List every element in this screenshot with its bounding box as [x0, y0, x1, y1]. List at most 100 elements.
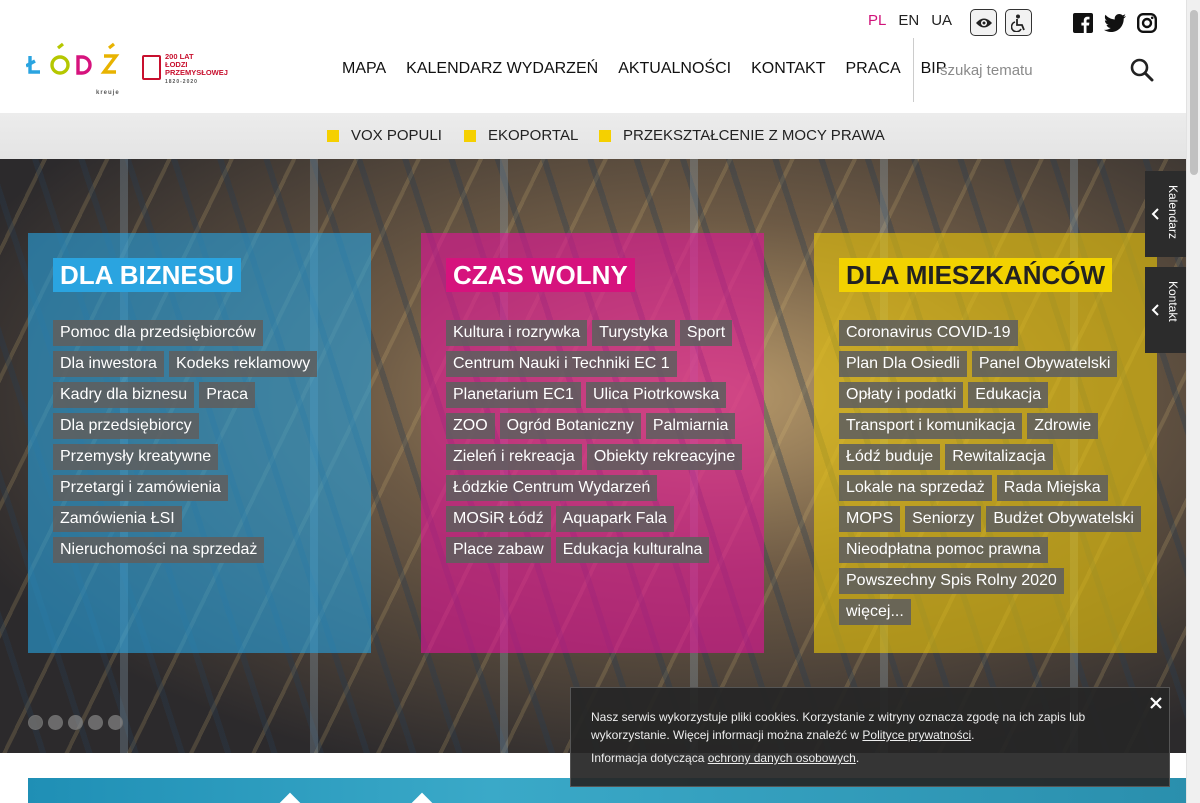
panel-links: Coronavirus COVID-19 Plan Dla Osiedli Pane…: [839, 320, 1141, 630]
panel-link[interactable]: Ulica Piotrkowska: [585, 382, 727, 408]
panel-link[interactable]: Coronavirus COVID-19: [839, 320, 1018, 346]
data-protection-link[interactable]: ochrony danych osobowych: [708, 751, 856, 765]
link-row: Dla przedsiębiorcy: [53, 413, 353, 439]
panel-link[interactable]: Kodeks reklamowy: [168, 351, 318, 377]
panel-title-residents[interactable]: DLA MIESZKAŃCÓW: [839, 258, 1113, 292]
slider-dot[interactable]: [88, 715, 103, 730]
panel-title-free-time[interactable]: CZAS WOLNY: [446, 258, 635, 292]
panel-link[interactable]: Obiekty rekreacyjne: [586, 444, 743, 470]
panel-title-business[interactable]: DLA BIZNESU: [53, 258, 241, 292]
panel-link[interactable]: Zieleń i rekreacja: [446, 444, 582, 470]
social-links: [1072, 12, 1158, 34]
instagram-icon[interactable]: [1136, 12, 1158, 34]
panel-link[interactable]: Edukacja: [968, 382, 1049, 408]
panel-link[interactable]: Dla przedsiębiorcy: [53, 413, 199, 439]
panel-link[interactable]: Łódź buduje: [839, 444, 941, 470]
quick-link-przeksztalcenie[interactable]: PRZEKSZTAŁCENIE Z MOCY PRAWA: [599, 127, 885, 144]
link-row: Transport i komunikacja Zdrowie: [839, 413, 1139, 439]
contrast-toggle-button[interactable]: [970, 9, 997, 36]
link-row: Przetargi i zamówienia: [53, 475, 353, 501]
search-input[interactable]: [930, 56, 1120, 84]
link-row: Zamówienia ŁSI: [53, 506, 353, 532]
slider-dot[interactable]: [48, 715, 63, 730]
slider-dot[interactable]: [28, 715, 43, 730]
panel-link[interactable]: Centrum Nauki i Techniki EC 1: [446, 351, 677, 377]
panel-link[interactable]: Turystyka: [592, 320, 675, 346]
panel-link[interactable]: Nieruchomości na sprzedaż: [53, 537, 265, 563]
panel-link[interactable]: Ogród Botaniczny: [499, 413, 641, 439]
side-tab-kontakt[interactable]: Kontakt: [1145, 267, 1186, 353]
accessibility-icon: [1010, 14, 1025, 32]
twitter-icon[interactable]: [1104, 12, 1126, 34]
panel-link[interactable]: Panel Obywatelski: [971, 351, 1118, 377]
link-row: więcej...: [839, 599, 1139, 625]
link-row: Kultura i rozrywka Turystyka Sport: [446, 320, 746, 346]
lang-ua[interactable]: UA: [931, 12, 952, 29]
close-icon[interactable]: [1147, 694, 1165, 712]
lang-pl[interactable]: PL: [868, 12, 886, 29]
panel-link[interactable]: Planetarium EC1: [446, 382, 581, 408]
panel-link[interactable]: Lokale na sprzedaż: [839, 475, 992, 501]
panel-link[interactable]: Transport i komunikacja: [839, 413, 1023, 439]
quick-link-vox-populi[interactable]: VOX POPULI: [327, 127, 442, 144]
side-tab-kalendarz[interactable]: Kalendarz: [1145, 171, 1186, 257]
quick-link-ekoportal[interactable]: EKOPORTAL: [464, 127, 578, 144]
panel-link[interactable]: Przemysły kreatywne: [53, 444, 219, 470]
panel-link[interactable]: MOPS: [839, 506, 901, 532]
lang-en[interactable]: EN: [898, 12, 919, 29]
link-row: Lokale na sprzedaż Rada Miejska: [839, 475, 1139, 501]
city-logo[interactable]: kreuje: [26, 42, 126, 98]
panel-link[interactable]: Rewitalizacja: [945, 444, 1053, 470]
panel-link[interactable]: Sport: [679, 320, 733, 346]
panel-link[interactable]: Plan Dla Osiedli: [839, 351, 967, 377]
link-row: Łódź buduje Rewitalizacja: [839, 444, 1139, 470]
side-tab-label: Kalendarz: [1166, 185, 1180, 240]
panel-link[interactable]: Kultura i rozrywka: [446, 320, 588, 346]
nav-mapa[interactable]: MAPA: [342, 60, 386, 78]
square-bullet-icon: [327, 129, 339, 142]
accessibility-button[interactable]: [1005, 9, 1032, 36]
link-row: ZOO Ogród Botaniczny Palmiarnia: [446, 413, 746, 439]
panel-link[interactable]: więcej...: [839, 599, 911, 625]
link-row: Planetarium EC1 Ulica Piotrkowska: [446, 382, 746, 408]
panel-link[interactable]: ZOO: [446, 413, 495, 439]
panel-link[interactable]: Opłaty i podatki: [839, 382, 964, 408]
slider-dot[interactable]: [108, 715, 123, 730]
link-row: Pomoc dla przedsiębiorców: [53, 320, 353, 346]
panel-link[interactable]: Przetargi i zamówienia: [53, 475, 228, 501]
search-button[interactable]: [1128, 56, 1156, 84]
logo-caption: kreuje: [96, 90, 120, 96]
nav-praca[interactable]: PRACA: [845, 60, 900, 78]
facebook-icon[interactable]: [1072, 12, 1094, 34]
panel-link[interactable]: MOSiR Łódź: [446, 506, 551, 532]
panel-link[interactable]: Zamówienia ŁSI: [53, 506, 182, 532]
panel-link[interactable]: Powszechny Spis Rolny 2020: [839, 568, 1064, 594]
slider-dot[interactable]: [68, 715, 83, 730]
panel-link[interactable]: Rada Miejska: [996, 475, 1108, 501]
nav-kalendarz-wydarzen[interactable]: KALENDARZ WYDARZEŃ: [406, 60, 598, 78]
panel-link[interactable]: Kadry dla biznesu: [53, 382, 195, 408]
panel-link[interactable]: Nieodpłatna pomoc prawna: [839, 537, 1048, 563]
panel-link[interactable]: Zdrowie: [1027, 413, 1099, 439]
panel-link[interactable]: Praca: [199, 382, 255, 408]
search-icon: [1130, 58, 1154, 82]
privacy-policy-link[interactable]: Polityce prywatności: [862, 728, 971, 742]
main-navigation: MAPA KALENDARZ WYDARZEŃ AKTUALNOŚCI KONT…: [342, 60, 966, 78]
anniversary-badge[interactable]: 200 LAT ŁODZI PRZEMYSŁOWEJ 1820-2020: [142, 52, 234, 85]
panel-link[interactable]: Seniorzy: [905, 506, 982, 532]
panel-link[interactable]: Aquapark Fala: [555, 506, 674, 532]
panel-link[interactable]: Budżet Obywatelski: [986, 506, 1141, 532]
panel-link[interactable]: Palmiarnia: [645, 413, 736, 439]
slider-dots: [28, 715, 123, 730]
page-scrollbar[interactable]: [1186, 0, 1200, 803]
site-header: kreuje 200 LAT ŁODZI PRZEMYSŁOWEJ 1820-2…: [0, 0, 1186, 113]
nav-aktualnosci[interactable]: AKTUALNOŚCI: [618, 60, 731, 78]
panel-link[interactable]: Pomoc dla przedsiębiorców: [53, 320, 263, 346]
panel-link[interactable]: Place zabaw: [446, 537, 551, 563]
panel-link[interactable]: Dla inwestora: [53, 351, 164, 377]
link-row: Łódzkie Centrum Wydarzeń: [446, 475, 746, 501]
nav-kontakt[interactable]: KONTAKT: [751, 60, 825, 78]
scrollbar-thumb[interactable]: [1190, 10, 1198, 175]
panel-link[interactable]: Edukacja kulturalna: [555, 537, 710, 563]
panel-link[interactable]: Łódzkie Centrum Wydarzeń: [446, 475, 658, 501]
